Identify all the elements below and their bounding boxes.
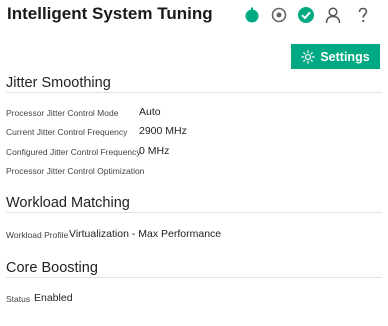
jitter-optimization-label: Processor Jitter Control Optimization bbox=[6, 166, 145, 176]
section-title-core-boosting: Core Boosting bbox=[6, 260, 98, 276]
power-status-icon[interactable] bbox=[243, 6, 261, 24]
page-title: Intelligent System Tuning bbox=[7, 4, 213, 23]
core-boosting-status-value: Enabled bbox=[34, 292, 73, 304]
configured-jitter-frequency-value: 0 MHz bbox=[139, 145, 170, 157]
help-icon[interactable] bbox=[354, 6, 372, 24]
settings-button-label: Settings bbox=[320, 49, 370, 64]
workload-profile-label: Workload Profile bbox=[6, 230, 69, 240]
locator-icon[interactable] bbox=[270, 6, 288, 24]
jitter-mode-value: Auto bbox=[139, 106, 161, 118]
section-title-jitter-smoothing: Jitter Smoothing bbox=[6, 75, 111, 91]
current-jitter-frequency-value: 2900 MHz bbox=[139, 125, 187, 137]
page-header: Intelligent System Tuning bbox=[0, 0, 388, 32]
gear-icon bbox=[301, 49, 316, 64]
configured-jitter-frequency-label: Configured Jitter Control Frequency bbox=[6, 147, 141, 157]
current-jitter-frequency-label: Current Jitter Control Frequency bbox=[6, 127, 128, 137]
section-title-workload-matching: Workload Matching bbox=[6, 195, 130, 211]
section-divider bbox=[6, 212, 382, 213]
section-divider bbox=[6, 277, 382, 278]
core-boosting-status-label: Status bbox=[6, 294, 31, 304]
jitter-mode-label: Processor Jitter Control Mode bbox=[6, 108, 119, 118]
user-icon[interactable] bbox=[324, 6, 342, 24]
settings-button[interactable]: Settings bbox=[291, 44, 380, 69]
health-ok-icon[interactable] bbox=[297, 6, 315, 24]
section-divider bbox=[6, 92, 382, 93]
workload-profile-value: Virtualization - Max Performance bbox=[69, 228, 222, 240]
